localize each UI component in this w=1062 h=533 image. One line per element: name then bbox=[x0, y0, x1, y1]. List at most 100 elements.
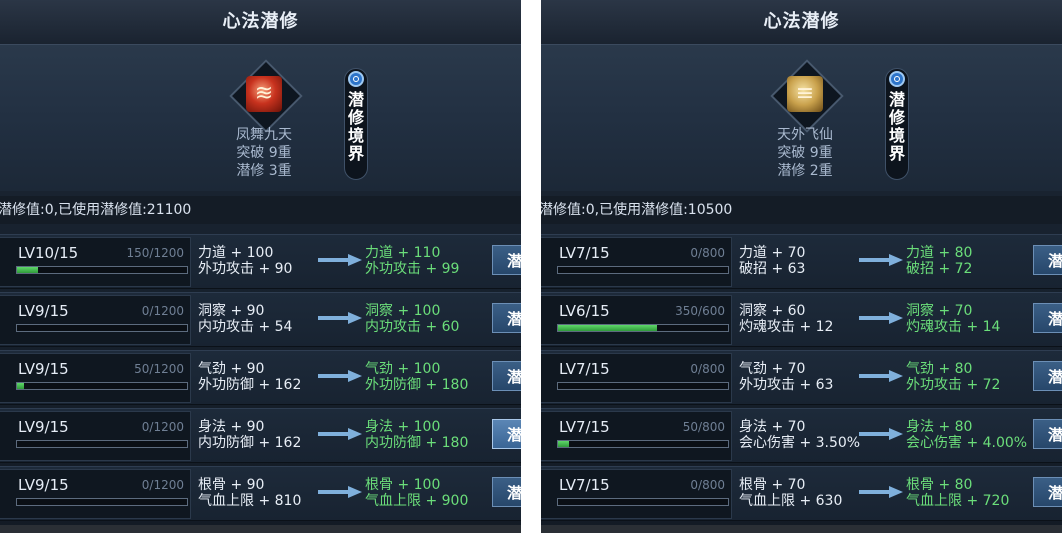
attribute-row: LV9/15 50/1200 气劲 + 90 外功防御 + 162 气劲 + 10… bbox=[0, 350, 521, 405]
next-stats: 身法 + 100 内功防御 + 180 bbox=[365, 419, 469, 451]
next-stats: 力道 + 80 破招 + 72 bbox=[906, 245, 973, 277]
skill-icon-frame[interactable]: ≡ bbox=[770, 59, 844, 133]
level-label: LV7/15 bbox=[559, 360, 610, 378]
progress-bar bbox=[16, 266, 188, 274]
skill-cultivation: 潜修 2重 bbox=[777, 163, 833, 179]
magnifier-icon bbox=[889, 71, 905, 87]
current-stats: 根骨 + 70 气血上限 + 630 bbox=[739, 477, 843, 509]
progress-bar bbox=[557, 324, 729, 332]
progress-text: 0/1200 bbox=[141, 420, 184, 434]
arrow-right-icon bbox=[318, 254, 362, 266]
progress-text: 0/800 bbox=[690, 362, 725, 376]
attribute-row: LV6/15 350/600 洞察 + 60 灼魂攻击 + 12 洞察 + 70 灼… bbox=[541, 292, 1062, 347]
cultivate-button[interactable]: 潜 bbox=[1033, 477, 1062, 507]
arrow-right-icon bbox=[859, 254, 903, 266]
cultivate-button[interactable]: 潜 bbox=[1033, 245, 1062, 275]
cultivation-points-text: 潜修值:0,已使用潜修值:21100 bbox=[0, 196, 521, 224]
panel-title: 心法潜修 bbox=[0, 0, 521, 45]
next-stats: 身法 + 80 会心伤害 + 4.00% bbox=[906, 419, 1028, 451]
level-label: LV6/15 bbox=[559, 302, 610, 320]
arrow-right-icon bbox=[318, 370, 362, 382]
progress-bar bbox=[16, 382, 188, 390]
skill-name: 凤舞九天 bbox=[236, 127, 292, 143]
current-stats: 洞察 + 60 灼魂攻击 + 12 bbox=[739, 303, 834, 335]
level-label: LV9/15 bbox=[18, 476, 69, 494]
progress-text: 50/800 bbox=[682, 420, 725, 434]
attribute-row: LV7/15 0/800 气劲 + 70 外功攻击 + 63 气劲 + 80 外功攻… bbox=[541, 350, 1062, 405]
next-stats: 洞察 + 100 内功攻击 + 60 bbox=[365, 303, 460, 335]
cultivate-button[interactable]: 潜 bbox=[492, 245, 521, 275]
attribute-row: LV7/15 0/800 根骨 + 70 气血上限 + 630 根骨 + 80 气血… bbox=[541, 466, 1062, 521]
cultivation-realm-button[interactable]: 潜 修 境 界 bbox=[885, 68, 909, 180]
level-label: LV9/15 bbox=[18, 360, 69, 378]
arrow-right-icon bbox=[859, 428, 903, 440]
cultivate-button[interactable]: 潜 bbox=[1033, 303, 1062, 333]
level-label: LV7/15 bbox=[559, 244, 610, 262]
progress-text: 0/1200 bbox=[141, 478, 184, 492]
arrow-right-icon bbox=[318, 312, 362, 324]
progress-text: 0/1200 bbox=[141, 304, 184, 318]
attribute-row: LV9/15 0/1200 根骨 + 90 气血上限 + 810 根骨 + 100… bbox=[0, 466, 521, 521]
next-stats: 力道 + 110 外功攻击 + 99 bbox=[365, 245, 460, 277]
level-label: LV9/15 bbox=[18, 418, 69, 436]
current-stats: 气劲 + 90 外功防御 + 162 bbox=[198, 361, 302, 393]
attribute-row: LV7/15 0/800 力道 + 70 破招 + 63 力道 + 80 破招 + … bbox=[541, 234, 1062, 289]
next-stats: 气劲 + 100 外功防御 + 180 bbox=[365, 361, 469, 393]
cultivation-panel-left: 心法潜修 ≋ 凤舞九天 突破 9重 潜修 3重 潜 修 境 界 潜修值:0,已使… bbox=[0, 0, 521, 533]
skill-breakthrough: 突破 9重 bbox=[777, 145, 833, 161]
progress-bar bbox=[16, 498, 188, 506]
next-stats: 根骨 + 100 气血上限 + 900 bbox=[365, 477, 469, 509]
attribute-row: LV7/15 50/800 身法 + 70 会心伤害 + 3.50% 身法 + 8… bbox=[541, 408, 1062, 463]
gold-scroll-icon: ≡ bbox=[787, 76, 823, 112]
cultivate-button[interactable]: 潜 bbox=[492, 419, 521, 449]
arrow-right-icon bbox=[859, 312, 903, 324]
current-stats: 力道 + 70 破招 + 63 bbox=[739, 245, 806, 277]
skill-name: 天外飞仙 bbox=[777, 127, 833, 143]
current-stats: 洞察 + 90 内功攻击 + 54 bbox=[198, 303, 293, 335]
attribute-row: LV9/15 0/1200 洞察 + 90 内功攻击 + 54 洞察 + 100 内… bbox=[0, 292, 521, 347]
arrow-right-icon bbox=[859, 370, 903, 382]
current-stats: 根骨 + 90 气血上限 + 810 bbox=[198, 477, 302, 509]
arrow-right-icon bbox=[318, 486, 362, 498]
cultivate-button[interactable]: 潜 bbox=[1033, 361, 1062, 391]
cultivation-realm-button[interactable]: 潜 修 境 界 bbox=[344, 68, 368, 180]
skill-cultivation: 潜修 3重 bbox=[236, 163, 292, 179]
progress-text: 350/600 bbox=[675, 304, 725, 318]
progress-text: 50/1200 bbox=[134, 362, 184, 376]
progress-text: 0/800 bbox=[690, 478, 725, 492]
skill-info: 天外飞仙 突破 9重 潜修 2重 bbox=[745, 126, 865, 180]
progress-text: 0/800 bbox=[690, 246, 725, 260]
level-label: LV7/15 bbox=[559, 418, 610, 436]
level-label: LV9/15 bbox=[18, 302, 69, 320]
progress-bar bbox=[557, 382, 729, 390]
progress-bar bbox=[557, 266, 729, 274]
cultivate-button[interactable]: 潜 bbox=[492, 477, 521, 507]
skill-info: 凤舞九天 突破 9重 潜修 3重 bbox=[204, 126, 324, 180]
current-stats: 气劲 + 70 外功攻击 + 63 bbox=[739, 361, 834, 393]
current-stats: 力道 + 100 外功攻击 + 90 bbox=[198, 245, 293, 277]
cultivate-button[interactable]: 潜 bbox=[1033, 419, 1062, 449]
cultivate-button[interactable]: 潜 bbox=[492, 361, 521, 391]
cultivation-points-text: 潜修值:0,已使用潜修值:10500 bbox=[541, 196, 1062, 224]
skill-icon-frame[interactable]: ≋ bbox=[229, 59, 303, 133]
cultivate-button[interactable]: 潜 bbox=[492, 303, 521, 333]
progress-bar bbox=[16, 440, 188, 448]
cultivation-panel-right: 心法潜修 ≡ 天外飞仙 突破 9重 潜修 2重 潜 修 境 界 潜修值:0,已使… bbox=[541, 0, 1062, 533]
magnifier-icon bbox=[348, 71, 364, 87]
attribute-row: LV9/15 0/1200 身法 + 90 内功防御 + 162 身法 + 100… bbox=[0, 408, 521, 463]
arrow-right-icon bbox=[318, 428, 362, 440]
next-stats: 气劲 + 80 外功攻击 + 72 bbox=[906, 361, 1001, 393]
arrow-right-icon bbox=[859, 486, 903, 498]
progress-text: 150/1200 bbox=[126, 246, 185, 260]
next-stats: 根骨 + 80 气血上限 + 720 bbox=[906, 477, 1010, 509]
attribute-row: LV10/15 150/1200 力道 + 100 外功攻击 + 90 力道 + … bbox=[0, 234, 521, 289]
progress-bar bbox=[557, 498, 729, 506]
level-label: LV7/15 bbox=[559, 476, 610, 494]
progress-bar bbox=[16, 324, 188, 332]
red-scroll-icon: ≋ bbox=[246, 76, 282, 112]
current-stats: 身法 + 70 会心伤害 + 3.50% bbox=[739, 419, 861, 451]
next-stats: 洞察 + 70 灼魂攻击 + 14 bbox=[906, 303, 1001, 335]
current-stats: 身法 + 90 内功防御 + 162 bbox=[198, 419, 302, 451]
skill-breakthrough: 突破 9重 bbox=[236, 145, 292, 161]
level-label: LV10/15 bbox=[18, 244, 79, 262]
